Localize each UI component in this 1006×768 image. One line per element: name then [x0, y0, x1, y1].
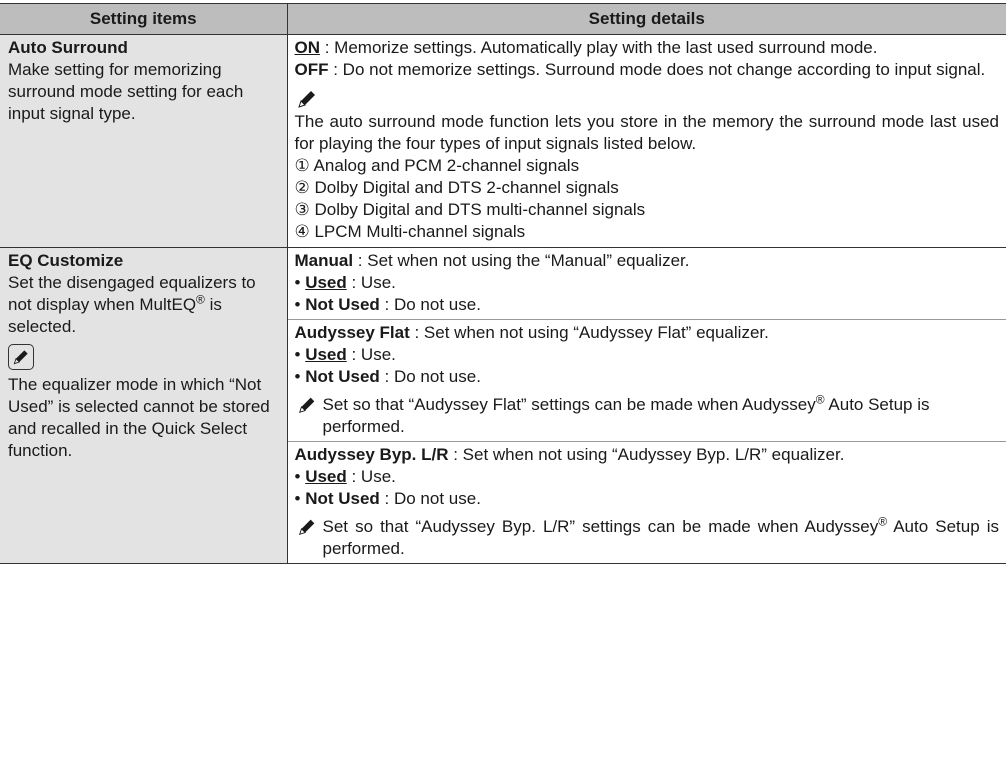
auto-surround-title: Auto Surround: [8, 38, 128, 57]
byp-used-option: • Used : Use.: [294, 467, 396, 486]
flat-label: Audyssey Flat: [294, 323, 410, 342]
table-header-row: Setting items Setting details: [0, 3, 1006, 35]
eq-customize-desc: Set the disengaged equalizers to not dis…: [8, 273, 256, 336]
flat-not-used-option: • Not Used : Do not use.: [294, 367, 481, 386]
signal-item-3: ③ Dolby Digital and DTS multi-channel si…: [294, 200, 646, 219]
manual-section: Manual : Set when not using the “Manual”…: [288, 248, 1006, 319]
eq-customize-details-cell: Manual : Set when not using the “Manual”…: [286, 247, 1006, 564]
manual-used-option: • Used : Use.: [294, 273, 396, 292]
off-label: OFF: [294, 60, 329, 79]
signal-item-4: ④ LPCM Multi-channel signals: [294, 222, 526, 241]
byp-note: Set so that “Audyssey Byp. L/R” settings…: [295, 515, 999, 560]
auto-surround-off-option: OFF : Do not memorize settings. Surround…: [295, 59, 1000, 81]
eq-customize-note: The equalizer mode in which “Not Used” i…: [8, 375, 270, 460]
audyssey-byp-section: Audyssey Byp. L/R : Set when not using “…: [287, 441, 1006, 563]
pencil-note-icon: [295, 394, 323, 418]
auto-surround-on-option: ON : Memorize settings. Automatically pl…: [295, 37, 1000, 59]
byp-label: Audyssey Byp. L/R: [294, 445, 449, 464]
header-setting-details: Setting details: [286, 3, 1006, 35]
eq-customize-title: EQ Customize: [8, 251, 124, 270]
on-label: ON: [294, 38, 321, 57]
eq-customize-item-cell: EQ Customize Set the disengaged equalize…: [0, 247, 287, 564]
auto-surround-item-cell: Auto Surround Make setting for memorizin…: [0, 34, 287, 248]
table-row: Auto Surround Make setting for memorizin…: [0, 34, 1006, 248]
table-row: EQ Customize Set the disengaged equalize…: [0, 247, 1006, 564]
audyssey-flat-section: Audyssey Flat : Set when not using “Audy…: [287, 319, 1006, 441]
auto-surround-desc: Make setting for memorizing surround mod…: [8, 60, 244, 123]
pencil-note-icon: [295, 87, 321, 111]
header-setting-items: Setting items: [0, 3, 287, 35]
on-text: : Memorize settings. Automatically play …: [320, 38, 878, 57]
byp-text: : Set when not using “Audyssey Byp. L/R”…: [448, 445, 845, 464]
off-text: : Do not memorize settings. Surround mod…: [328, 60, 986, 79]
settings-table: Setting items Setting details Auto Surro…: [0, 3, 1006, 564]
flat-used-option: • Used : Use.: [294, 345, 396, 364]
flat-text: : Set when not using “Audyssey Flat” equ…: [409, 323, 769, 342]
byp-not-used-option: • Not Used : Do not use.: [294, 489, 481, 508]
pencil-note-icon: [295, 516, 323, 540]
manual-label: Manual: [294, 251, 354, 270]
auto-surround-note: The auto surround mode function lets you…: [294, 112, 1000, 153]
signal-item-2: ② Dolby Digital and DTS 2-channel signal…: [294, 178, 619, 197]
flat-note: Set so that “Audyssey Flat” settings can…: [295, 393, 1000, 438]
auto-surround-details-cell: ON : Memorize settings. Automatically pl…: [286, 34, 1006, 248]
signal-item-1: ① Analog and PCM 2-channel signals: [294, 156, 580, 175]
manual-text: : Set when not using the “Manual” equali…: [353, 251, 690, 270]
pencil-note-icon: [8, 344, 34, 370]
manual-not-used-option: • Not Used : Do not use.: [294, 295, 481, 314]
